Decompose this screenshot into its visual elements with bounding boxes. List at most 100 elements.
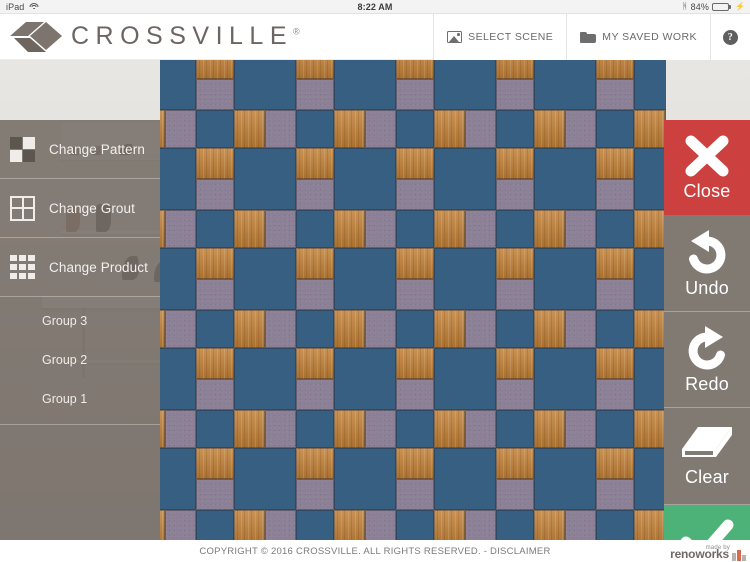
tile-cell[interactable] <box>634 60 666 110</box>
tile-cell[interactable] <box>634 410 665 448</box>
tile-cell[interactable] <box>396 448 434 479</box>
tile-cell[interactable] <box>634 510 665 540</box>
sidebar-group-1[interactable]: Group 1 <box>0 379 160 418</box>
tile-cell[interactable] <box>596 279 634 310</box>
tile-cell[interactable] <box>196 479 234 510</box>
tile-pattern-overlay[interactable] <box>160 60 666 540</box>
tile-cell[interactable] <box>634 348 666 410</box>
tile-cell[interactable] <box>596 179 634 210</box>
tile-cell[interactable] <box>296 479 334 510</box>
tile-cell[interactable] <box>234 148 296 210</box>
tile-cell[interactable] <box>196 148 234 179</box>
tile-cell[interactable] <box>596 110 634 148</box>
tile-cell[interactable] <box>365 510 396 540</box>
tile-cell[interactable] <box>596 410 634 448</box>
redo-button[interactable]: Redo <box>664 311 750 409</box>
tile-cell[interactable] <box>496 110 534 148</box>
sidebar-item-change-pattern[interactable]: Change Pattern <box>0 120 160 179</box>
tile-cell[interactable] <box>465 310 496 348</box>
tile-cell[interactable] <box>496 310 534 348</box>
tile-cell[interactable] <box>334 348 396 410</box>
tile-cell[interactable] <box>634 110 665 148</box>
tile-cell[interactable] <box>596 479 634 510</box>
tile-cell[interactable] <box>396 348 434 379</box>
tile-cell[interactable] <box>196 348 234 379</box>
tile-cell[interactable] <box>234 210 265 248</box>
tile-cell[interactable] <box>265 210 296 248</box>
tile-cell[interactable] <box>465 210 496 248</box>
tile-cell[interactable] <box>296 79 334 110</box>
my-saved-work-button[interactable]: MY SAVED WORK <box>566 14 710 60</box>
tile-cell[interactable] <box>396 248 434 279</box>
tile-cell[interactable] <box>565 410 596 448</box>
tile-cell[interactable] <box>165 510 196 540</box>
tile-cell[interactable] <box>234 410 265 448</box>
tile-cell[interactable] <box>496 448 534 479</box>
tile-cell[interactable] <box>296 210 334 248</box>
undo-button[interactable]: Undo <box>664 215 750 312</box>
tile-cell[interactable] <box>234 448 296 510</box>
tile-cell[interactable] <box>334 248 396 310</box>
tile-cell[interactable] <box>334 448 396 510</box>
tile-cell[interactable] <box>496 148 534 179</box>
tile-cell[interactable] <box>296 279 334 310</box>
tile-cell[interactable] <box>534 448 596 510</box>
tile-cell[interactable] <box>396 79 434 110</box>
tile-cell[interactable] <box>160 148 196 210</box>
tile-cell[interactable] <box>434 410 465 448</box>
tile-cell[interactable] <box>296 179 334 210</box>
tile-cell[interactable] <box>496 410 534 448</box>
tile-cell[interactable] <box>196 448 234 479</box>
tile-cell[interactable] <box>534 348 596 410</box>
tile-cell[interactable] <box>396 179 434 210</box>
tile-cell[interactable] <box>396 60 434 79</box>
tile-cell[interactable] <box>596 148 634 179</box>
tile-cell[interactable] <box>496 479 534 510</box>
tile-cell[interactable] <box>596 210 634 248</box>
tile-cell[interactable] <box>165 110 196 148</box>
tile-cell[interactable] <box>196 210 234 248</box>
close-button[interactable]: Close <box>664 120 750 216</box>
finish-button[interactable]: Finish <box>664 504 750 540</box>
tile-cell[interactable] <box>396 148 434 179</box>
tile-cell[interactable] <box>296 110 334 148</box>
tile-cell[interactable] <box>634 248 666 310</box>
tile-cell[interactable] <box>334 310 365 348</box>
tile-cell[interactable] <box>434 110 465 148</box>
tile-cell[interactable] <box>434 210 465 248</box>
tile-cell[interactable] <box>496 79 534 110</box>
tile-cell[interactable] <box>534 310 565 348</box>
tile-cell[interactable] <box>434 60 496 110</box>
tile-cell[interactable] <box>534 510 565 540</box>
copyright-text[interactable]: COPYRIGHT © 2016 CROSSVILLE. ALL RIGHTS … <box>199 546 550 557</box>
tile-cell[interactable] <box>296 448 334 479</box>
tile-cell[interactable] <box>396 310 434 348</box>
tile-cell[interactable] <box>160 448 196 510</box>
tile-cell[interactable] <box>434 248 496 310</box>
tile-cell[interactable] <box>165 410 196 448</box>
tile-cell[interactable] <box>534 110 565 148</box>
tile-cell[interactable] <box>234 248 296 310</box>
sidebar-group-3[interactable]: Group 3 <box>0 301 160 340</box>
tile-cell[interactable] <box>396 479 434 510</box>
design-canvas[interactable]: Change Pattern Change Grout Change Produ… <box>0 60 750 540</box>
tile-cell[interactable] <box>396 210 434 248</box>
tile-cell[interactable] <box>396 379 434 410</box>
tile-cell[interactable] <box>496 348 534 379</box>
tile-cell[interactable] <box>265 510 296 540</box>
tile-cell[interactable] <box>196 510 234 540</box>
tile-cell[interactable] <box>165 210 196 248</box>
tile-cell[interactable] <box>596 448 634 479</box>
tile-cell[interactable] <box>396 279 434 310</box>
tile-cell[interactable] <box>334 410 365 448</box>
tile-cell[interactable] <box>465 510 496 540</box>
tile-cell[interactable] <box>196 379 234 410</box>
tile-cell[interactable] <box>265 110 296 148</box>
tile-cell[interactable] <box>234 110 265 148</box>
tile-cell[interactable] <box>296 510 334 540</box>
tile-cell[interactable] <box>334 510 365 540</box>
tile-cell[interactable] <box>165 310 196 348</box>
tile-cell[interactable] <box>434 510 465 540</box>
tile-cell[interactable] <box>596 379 634 410</box>
clear-button[interactable]: Clear <box>664 408 750 505</box>
